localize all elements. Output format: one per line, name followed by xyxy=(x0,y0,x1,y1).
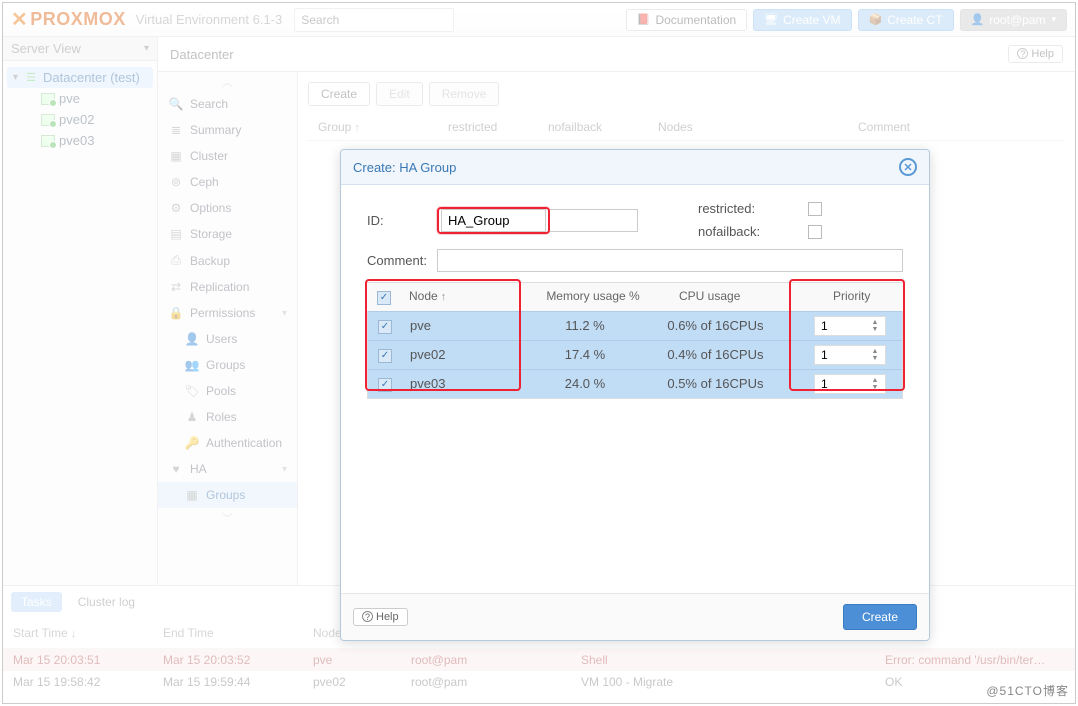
cell-cpu: 0.4% of 16CPUs xyxy=(657,343,804,366)
dialog-create-button[interactable]: Create xyxy=(843,604,917,630)
select-all-checkbox[interactable]: ✓ xyxy=(377,291,391,305)
cell-node: pve02 xyxy=(400,343,513,366)
spin-up-icon[interactable]: ▲ xyxy=(872,348,879,355)
cell-memory: 24.0 % xyxy=(513,372,658,395)
spin-down-icon[interactable]: ▼ xyxy=(872,384,879,391)
dialog-title: Create: HA Group xyxy=(353,160,456,175)
id-input-extra[interactable] xyxy=(550,209,638,232)
row-checkbox[interactable]: ✓ xyxy=(378,349,392,363)
col-memory[interactable]: Memory usage % xyxy=(517,283,669,311)
id-input[interactable] xyxy=(441,209,546,232)
priority-input[interactable] xyxy=(815,377,867,391)
cell-node: pve03 xyxy=(400,372,513,395)
nofailback-label: nofailback: xyxy=(698,224,808,239)
spin-down-icon[interactable]: ▼ xyxy=(872,355,879,362)
restricted-label: restricted: xyxy=(698,201,808,216)
col-priority[interactable]: Priority xyxy=(823,283,903,311)
comment-input[interactable] xyxy=(437,249,903,272)
priority-spinner[interactable]: ▲▼ xyxy=(814,316,886,336)
node-table-header: ✓ Node Memory usage % CPU usage Priority xyxy=(367,282,903,311)
cell-memory: 11.2 % xyxy=(513,314,658,337)
spin-down-icon[interactable]: ▼ xyxy=(872,326,879,333)
dialog-help-button[interactable]: ?Help xyxy=(353,608,408,626)
node-row[interactable]: ✓ pve0324.0 %0.5% of 16CPUs ▲▼ xyxy=(368,369,902,398)
spin-up-icon[interactable]: ▲ xyxy=(872,377,879,384)
node-row[interactable]: ✓ pve0217.4 %0.4% of 16CPUs ▲▼ xyxy=(368,340,902,369)
restricted-checkbox[interactable] xyxy=(808,202,822,216)
close-icon[interactable]: ✕ xyxy=(899,158,917,176)
cell-memory: 17.4 % xyxy=(513,343,658,366)
create-ha-group-dialog: Create: HA Group ✕ ID: restricted: nofai… xyxy=(340,149,930,641)
priority-spinner[interactable]: ▲▼ xyxy=(814,374,886,394)
row-checkbox[interactable]: ✓ xyxy=(378,378,392,392)
priority-spinner[interactable]: ▲▼ xyxy=(814,345,886,365)
spin-up-icon[interactable]: ▲ xyxy=(872,319,879,326)
cell-node: pve xyxy=(400,314,513,337)
nofailback-checkbox[interactable] xyxy=(808,225,822,239)
comment-label: Comment: xyxy=(367,253,437,268)
question-icon: ? xyxy=(362,611,373,622)
cell-cpu: 0.5% of 16CPUs xyxy=(657,372,804,395)
priority-input[interactable] xyxy=(815,319,867,333)
priority-input[interactable] xyxy=(815,348,867,362)
id-highlight xyxy=(437,207,550,234)
col-node[interactable]: Node xyxy=(399,283,517,311)
row-checkbox[interactable]: ✓ xyxy=(378,320,392,334)
watermark: @51CTO博客 xyxy=(986,682,1069,699)
id-label: ID: xyxy=(367,213,437,228)
node-row[interactable]: ✓ pve11.2 %0.6% of 16CPUs ▲▼ xyxy=(368,311,902,340)
cell-cpu: 0.6% of 16CPUs xyxy=(657,314,804,337)
col-cpu[interactable]: CPU usage xyxy=(669,283,823,311)
